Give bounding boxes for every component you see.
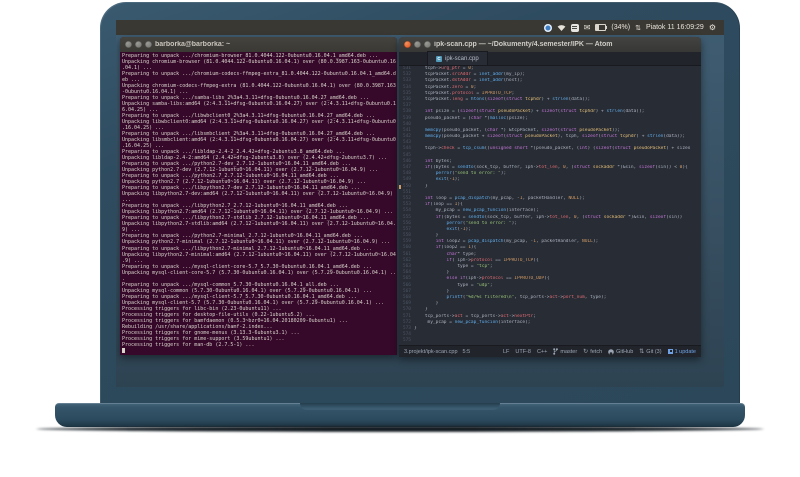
github-icon bbox=[608, 348, 614, 355]
laptop-screen-frame: ✉ (34%) ⇅ Piatok 11 16:09:29 ⚙ barborka@… bbox=[100, 2, 740, 403]
terminal-maximize-button[interactable] bbox=[145, 41, 152, 48]
status-cursor-position[interactable]: 5:5 bbox=[463, 349, 471, 355]
code-text: printf("%d/%s filtered\n", tcp_ports->ac… bbox=[446, 294, 607, 300]
package-icon bbox=[667, 349, 673, 354]
desktop: ✉ (34%) ⇅ Piatok 11 16:09:29 ⚙ barborka@… bbox=[116, 20, 724, 387]
code-text: } bbox=[414, 325, 417, 331]
terminal-line: Unpacking libpython2.7-minimal:amd64 (2.… bbox=[122, 251, 396, 258]
terminal-window: barborka@barborka: ~ Preparing to unpack… bbox=[120, 37, 397, 355]
terminal-minimize-button[interactable] bbox=[135, 41, 142, 48]
status-encoding[interactable]: UTF-8 bbox=[515, 349, 531, 355]
terminal-line: Unpacking mysql-common (5.7.30-0ubuntu0.… bbox=[122, 287, 372, 294]
code-text: memcpy(pseudo_packet + sizeof(struct pse… bbox=[424, 134, 686, 140]
code-text: tcpPacket.leng = htons(sizeof(struct tcp… bbox=[414, 96, 591, 102]
wifi-icon[interactable] bbox=[557, 23, 566, 32]
code-line: 575 bbox=[399, 338, 701, 344]
battery-icon[interactable] bbox=[595, 23, 608, 32]
terminal-line: Preparing to unpack .../mysql-client-cor… bbox=[122, 263, 372, 270]
sync-icon: ↻ bbox=[583, 349, 589, 355]
tab-ipk-scan[interactable]: C ipk-scan.cpp bbox=[427, 51, 488, 65]
terminal-line: Unpacking samba-libs:amd64 (2:4.3.11+dfs… bbox=[122, 101, 396, 108]
code-text: tcph->check = tcp_csum((unsigned short *… bbox=[414, 146, 691, 152]
terminal-close-button[interactable] bbox=[125, 41, 132, 48]
code-line: 544 tcph->check = tcp_csum((unsigned sho… bbox=[399, 146, 701, 152]
terminal-cursor bbox=[122, 347, 125, 353]
status-fetch[interactable]: ↻ fetch bbox=[583, 348, 602, 356]
terminal-line: Preparing to unpack .../mysql-client-5.7… bbox=[122, 293, 357, 300]
top-panel: ✉ (34%) ⇅ Piatok 11 16:09:29 ⚙ bbox=[116, 20, 724, 35]
clock[interactable]: Piatok 11 16:09:29 bbox=[646, 24, 704, 31]
code-text: my_pcap = new_pcap_funcion(interface); bbox=[414, 319, 531, 325]
terminal-line: Preparing to unpack .../libpython2.7-min… bbox=[122, 245, 372, 252]
laptop-base-notch bbox=[300, 403, 500, 410]
atom-minimize-button[interactable] bbox=[414, 41, 421, 48]
line-number: 575 bbox=[402, 338, 411, 344]
atom-status-bar: 3.projekt/ipk-scan.cpp 5:5 LF UTF-8 C++ … bbox=[399, 345, 701, 357]
atom-tab-bar: C ipk-scan.cpp bbox=[399, 51, 701, 66]
tab-label: ipk-scan.cpp bbox=[445, 55, 479, 62]
code-editor[interactable]: 531 tcph->urg_ptr = 0; 532 tcpPacket.srcA… bbox=[399, 66, 701, 345]
atom-maximize-button[interactable] bbox=[424, 41, 431, 48]
status-grammar[interactable]: C++ bbox=[537, 349, 547, 355]
atom-titlebar[interactable]: ipk-scan.cpp — ~/Dokumenty/4.semester/IP… bbox=[399, 37, 701, 52]
status-github[interactable]: GitHub bbox=[608, 349, 633, 355]
atom-close-button[interactable] bbox=[404, 41, 411, 48]
code-text: } bbox=[414, 183, 428, 189]
git-arrows-icon: ⇅ bbox=[639, 349, 645, 355]
code-line: 542 memcpy(pseudo_packet + sizeof(struct… bbox=[399, 134, 701, 140]
terminal-line: Unpacking mysql-client-5.7 (5.7.30-0ubun… bbox=[122, 299, 384, 306]
code-text: pseudo_packet = (char *)malloc(psize); bbox=[414, 115, 528, 121]
messaging-indicator-icon[interactable] bbox=[543, 23, 552, 32]
terminal-line: Unpacking chromium-browser (81.0.4044.12… bbox=[122, 59, 396, 66]
status-git-branch[interactable]: master bbox=[553, 348, 577, 355]
status-line-ending[interactable]: LF bbox=[503, 349, 509, 355]
terminal-line: Unpacking mysql-client-core-5.7 (5.7.30-… bbox=[122, 269, 396, 276]
laptop-base bbox=[55, 403, 745, 427]
terminal-prompt-line bbox=[122, 347, 397, 354]
terminal-title: barborka@barborka: ~ bbox=[155, 41, 231, 48]
terminal-output[interactable]: Preparing to unpack .../chromium-browser… bbox=[120, 52, 397, 355]
status-update-badge[interactable]: 1 update bbox=[667, 349, 696, 355]
status-file-path[interactable]: 3.projekt/ipk-scan.cpp bbox=[404, 349, 458, 355]
atom-title: ipk-scan.cpp — ~/Dokumenty/4.semester/IP… bbox=[434, 41, 613, 48]
battery-percentage[interactable]: (34%) bbox=[611, 24, 630, 31]
atom-window: ipk-scan.cpp — ~/Dokumenty/4.semester/IP… bbox=[399, 37, 701, 357]
terminal-titlebar[interactable]: barborka@barborka: ~ bbox=[120, 37, 397, 52]
status-git-changes[interactable]: ⇅ Git (3) bbox=[639, 348, 661, 356]
session-gear-icon[interactable]: ⚙ bbox=[709, 23, 716, 32]
terminal-line: Unpacking libpython2.7-dev:amd64 (2.7.12… bbox=[122, 191, 393, 198]
terminal-line: Unpacking python2.7-minimal (2.7.12-1ubu… bbox=[122, 239, 390, 246]
terminal-line: Preparing to unpack .../chromium-codecs-… bbox=[122, 71, 396, 78]
cpp-file-icon: C bbox=[436, 55, 442, 62]
terminal-line: Unpacking libpython2.7-stdlib:amd64 (2.7… bbox=[122, 221, 396, 228]
keyboard-layout-icon[interactable] bbox=[570, 23, 579, 32]
mail-icon[interactable]: ✉ bbox=[584, 23, 591, 32]
sync-arrows-icon[interactable]: ⇅ bbox=[635, 23, 641, 32]
laptop-shadow bbox=[36, 426, 764, 432]
branch-icon bbox=[553, 348, 559, 355]
